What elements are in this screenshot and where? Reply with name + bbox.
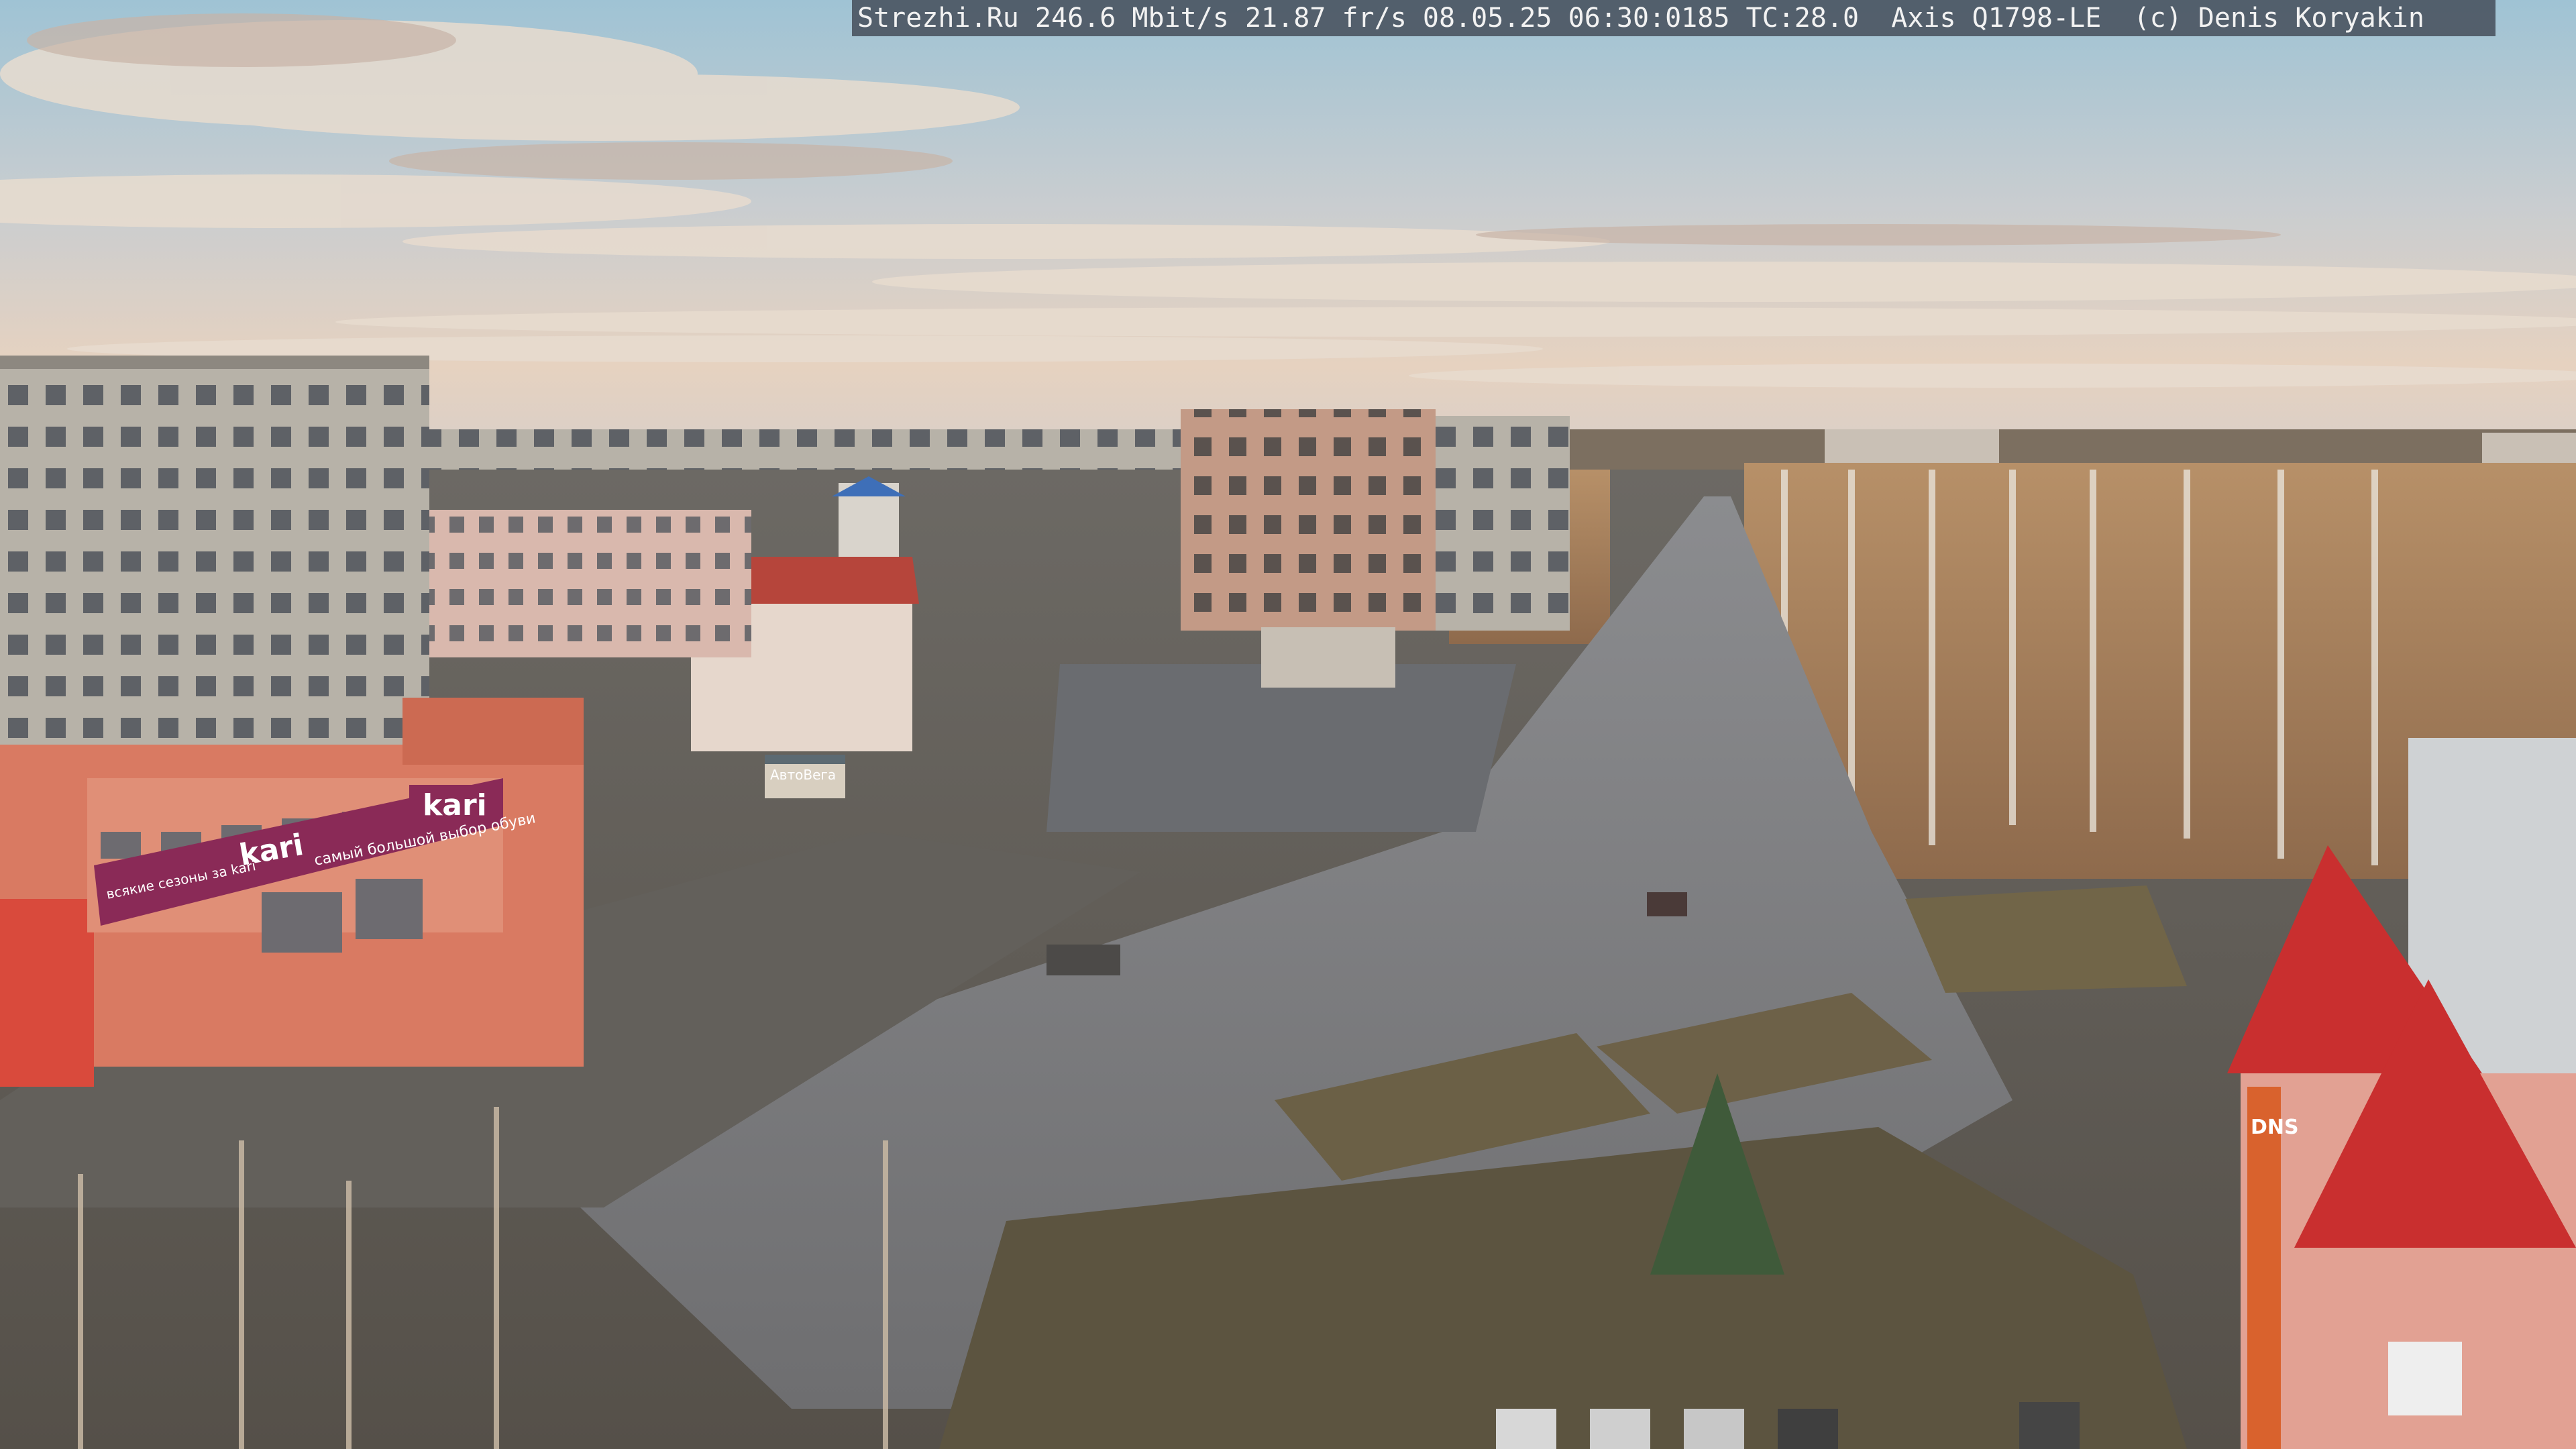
plaza — [1046, 664, 1516, 832]
dns-sign-text: DNS — [2251, 1116, 2299, 1139]
street-scene: kari kari самый большой выбор обуви всяк… — [0, 0, 2576, 1449]
brick-tower — [1181, 409, 1436, 631]
camera-overlay-caption: Strezhi.Ru 246.6 Mbit/s 21.87 fr/s 08.05… — [852, 0, 2496, 36]
car — [1647, 892, 1687, 916]
car — [1046, 945, 1120, 975]
kari-top-sign-text: kari — [423, 788, 487, 822]
dns-vertical-sign — [2247, 1087, 2281, 1449]
shop-sign-text: АвтоВега — [770, 767, 836, 783]
